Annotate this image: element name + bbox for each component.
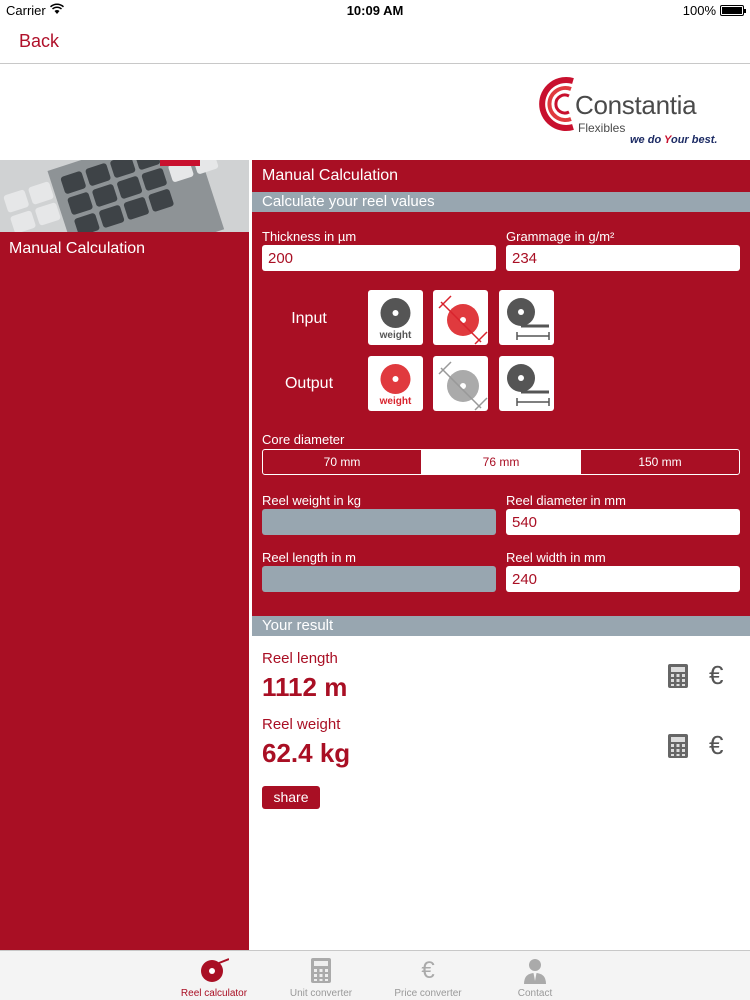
output-diameter-button[interactable]: [433, 356, 488, 411]
tab-bar: Reel calculator Unit converter € Price c…: [0, 950, 750, 1000]
euro-icon[interactable]: €: [709, 660, 723, 691]
reel-weight-label: Reel weight in kg: [262, 493, 361, 508]
panel-title: Manual Calculation: [262, 167, 399, 184]
reel-diameter-input[interactable]: [506, 509, 740, 535]
reel-icon: [201, 958, 229, 982]
battery-icon: [720, 5, 746, 16]
output-weight-caption: weight: [379, 396, 412, 407]
reel-length-input[interactable]: [262, 566, 496, 592]
tab-label: Unit converter: [289, 988, 353, 999]
battery-percent: 100%: [682, 3, 716, 18]
output-length-button[interactable]: [499, 356, 554, 411]
core-diameter-selector: 70 mm 76 mm 150 mm: [262, 449, 740, 475]
reel-weight-result-label: Reel weight: [262, 716, 341, 733]
sidebar-item-manual-calculation[interactable]: Manual Calculation: [9, 240, 145, 258]
section-header-calculate: Calculate your reel values: [252, 192, 750, 212]
calculator-icon[interactable]: [665, 733, 691, 759]
reel-diameter-icon: [438, 295, 488, 345]
calculator-icon[interactable]: [665, 663, 691, 689]
euro-icon[interactable]: €: [709, 730, 723, 761]
core-diameter-label: Core diameter: [262, 432, 345, 447]
core-diameter-option-150[interactable]: 150 mm: [581, 450, 739, 474]
input-diameter-button[interactable]: [433, 290, 488, 345]
navigation-bar: Back: [0, 22, 750, 64]
output-weight-button[interactable]: weight: [368, 356, 423, 411]
tab-price-converter[interactable]: € Price converter: [383, 951, 473, 1000]
status-bar: Carrier 10:09 AM 100%: [0, 0, 750, 22]
brand-subtitle: Flexibles: [578, 121, 626, 135]
thickness-input[interactable]: [262, 245, 496, 271]
tab-label: Contact: [517, 988, 553, 999]
tab-unit-converter[interactable]: Unit converter: [276, 951, 366, 1000]
reel-weight-result-value: 62.4 kg: [262, 738, 351, 768]
share-button[interactable]: share: [262, 786, 320, 809]
reel-diameter-label: Reel diameter in mm: [506, 493, 626, 508]
input-label: Input: [291, 310, 327, 327]
brand-tagline: we do Your best.: [630, 134, 718, 146]
section-header-result: Your result: [252, 616, 750, 636]
thickness-label: Thickness in µm: [262, 229, 357, 244]
clock: 10:09 AM: [346, 3, 404, 18]
person-icon: [524, 959, 546, 984]
tab-label: Price converter: [394, 988, 462, 999]
reel-length-result-value: 1112 m: [262, 672, 348, 702]
output-label: Output: [284, 375, 334, 392]
keyboard-photo: [0, 160, 249, 232]
grammage-input[interactable]: [506, 245, 740, 271]
core-diameter-option-70[interactable]: 70 mm: [263, 450, 422, 474]
reel-length-result-label: Reel length: [262, 650, 338, 667]
constantia-logo-mark-icon: [539, 77, 574, 131]
back-button[interactable]: Back: [19, 31, 59, 52]
input-weight-caption: weight: [379, 330, 412, 341]
grammage-label: Grammage in g/m²: [506, 229, 615, 244]
sidebar: Manual Calculation: [0, 160, 249, 950]
calculator-icon: [311, 958, 331, 983]
tab-label: Reel calculator: [180, 988, 248, 999]
reel-weight-input[interactable]: [262, 509, 496, 535]
core-diameter-option-76[interactable]: 76 mm: [422, 450, 581, 474]
reel-diameter-icon: [438, 361, 488, 411]
input-weight-button[interactable]: weight: [368, 290, 423, 345]
brand-name: Constantia: [575, 90, 697, 120]
reel-length-icon: [507, 298, 550, 340]
reel-width-label: Reel width in mm: [506, 550, 606, 565]
input-length-button[interactable]: [499, 290, 554, 345]
reel-length-label: Reel length in m: [262, 550, 356, 565]
reel-length-icon: [507, 364, 550, 406]
company-logo: Constantia Flexibles we do Your best.: [535, 75, 735, 155]
euro-icon: €: [421, 957, 435, 984]
reel-width-input[interactable]: [506, 566, 740, 592]
tab-reel-calculator[interactable]: Reel calculator: [169, 951, 259, 1000]
tab-contact[interactable]: Contact: [490, 951, 580, 1000]
